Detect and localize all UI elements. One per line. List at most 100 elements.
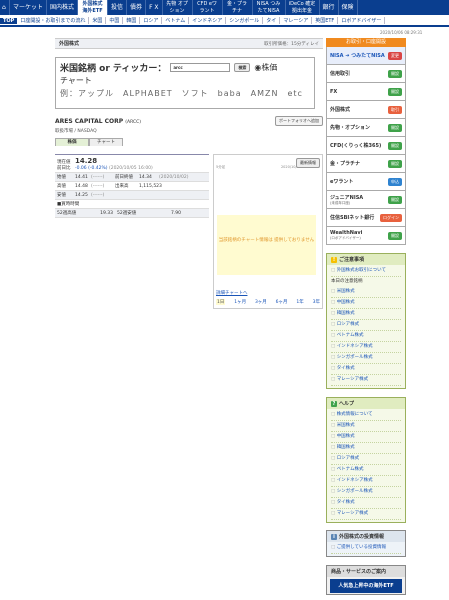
help-link[interactable]: シンガポール株式 (331, 487, 401, 498)
chart-panel: 5分足2020/10/05 16:00 EST 最新情報 当該銘柄のチャート情報… (213, 154, 323, 309)
nav-gold[interactable]: 金・プラチナ (223, 0, 253, 15)
subnav-malaysia[interactable]: マレーシア (280, 17, 313, 24)
nav-fx[interactable]: F X (146, 0, 163, 15)
sidebar-badge[interactable]: 開設 (388, 69, 402, 78)
notice-link[interactable]: 中国株式 (331, 298, 401, 309)
current-price: 14.28 (75, 156, 98, 165)
help-icon: ? (331, 400, 337, 407)
nav-cfd[interactable]: CFD eワラント (193, 0, 223, 15)
sidebar-badge[interactable]: 開設 (388, 123, 402, 132)
add-portfolio-button[interactable]: ポートフォリオへ追加 (275, 116, 323, 126)
subnav-thailand[interactable]: タイ (263, 17, 281, 24)
sidebar-item[interactable]: 住信SBIネット銀行 ログイン (326, 209, 406, 227)
company-name: ARES CAPITAL CORP (ARCC) (55, 117, 142, 125)
notice-first-link[interactable]: 外国株式お取引について (331, 266, 401, 277)
range-1d[interactable]: 1日 (216, 299, 226, 305)
global-nav: ⌂ マーケット 国内株式 外国株式 海外ETF 投信 債券 F X 先物 オプシ… (0, 0, 449, 15)
range-3y[interactable]: 3年 (313, 299, 320, 305)
sidebar-item[interactable]: FX 開設 (326, 83, 406, 101)
tab-price[interactable]: 株価 (55, 138, 89, 146)
sidebar-badge[interactable]: 開設 (388, 87, 402, 96)
sidebar-badge[interactable]: 変更 (388, 51, 402, 60)
main-content: 外国株式 取引所価格：15分ディレイ 米国銘柄 or ティッカー： arcc 検… (55, 38, 323, 309)
sidebar-header: お取引・口座開設 (326, 38, 406, 47)
subnav-china[interactable]: 中国 (106, 17, 124, 24)
market-label: 取扱市場 / NASDAQ (55, 129, 97, 134)
sidebar-badge[interactable]: ログイン (380, 213, 402, 222)
sidebar-badge[interactable]: 開設 (388, 141, 402, 150)
subnav-indonesia[interactable]: インドネシア (189, 17, 227, 24)
notice-link[interactable]: 韓国株式 (331, 309, 401, 320)
help-link[interactable]: 中国株式 (331, 432, 401, 443)
radio-stock[interactable]: ◉株価 (254, 62, 277, 73)
nav-bond[interactable]: 債券 (127, 0, 147, 15)
nav-nisa[interactable]: NISA つみたてNISA (253, 0, 286, 15)
products-box: 商品・サービスのご案内 人気急上昇中の海外ETF (326, 565, 406, 595)
nav-market[interactable]: マーケット (10, 0, 48, 15)
sidebar-badge[interactable]: 開設 (388, 159, 402, 168)
help-link[interactable]: マレーシア株式 (331, 509, 401, 520)
nav-domestic-stock[interactable]: 国内株式 (47, 0, 79, 15)
low-52w: 7.90 (170, 210, 181, 216)
help-link[interactable]: 株式情報について (331, 410, 401, 421)
notice-link[interactable]: 米国株式 (331, 287, 401, 298)
sidebar-item[interactable]: eワラント 申込 (326, 173, 406, 191)
notice-link[interactable]: マレーシア株式 (331, 375, 401, 386)
sidebar-badge[interactable]: 取引 (388, 105, 402, 114)
sidebar-item[interactable]: 金・プラチナ 開設 (326, 155, 406, 173)
sidebar-item[interactable]: 先物・オプション 開設 (326, 119, 406, 137)
subnav-us[interactable]: 米国 (89, 17, 107, 24)
no-chart-notice: 当該銘柄のチャート情報は 提供しておりません (217, 215, 316, 275)
section-header: 外国株式 取引所価格：15分ディレイ (55, 38, 323, 49)
help-link[interactable]: 米国株式 (331, 421, 401, 432)
quote-panel: 現在値 14.28 前日比 -0.06 (-0.42%) (2020/10/05… (55, 154, 209, 218)
subnav-korea[interactable]: 韓国 (123, 17, 141, 24)
help-link[interactable]: ベトナム株式 (331, 465, 401, 476)
notice-link[interactable]: インドネシア株式 (331, 342, 401, 353)
home-icon[interactable]: ⌂ (0, 0, 10, 15)
sidebar-item[interactable]: NISA ➜ つみたてNISA 変更 (326, 47, 406, 65)
search-input[interactable]: arcc (170, 63, 231, 72)
notice-link[interactable]: ロシア株式 (331, 320, 401, 331)
notice-link[interactable]: タイ株式 (331, 364, 401, 375)
sidebar-item[interactable]: 信用取引 開設 (326, 65, 406, 83)
sidebar-badge[interactable]: 開設 (388, 231, 402, 240)
subnav-russia[interactable]: ロシア (140, 17, 163, 24)
nav-foreign-stock[interactable]: 外国株式 海外ETF (78, 0, 109, 15)
sidebar-item[interactable]: CFD(くりっく株365) 開設 (326, 137, 406, 155)
range-1y[interactable]: 1年 (296, 299, 303, 305)
subnav-top[interactable]: TOP (0, 17, 18, 24)
nav-ideco[interactable]: iDeCo 確定拠出年金 (286, 0, 320, 15)
range-6m[interactable]: 6ヶ月 (276, 299, 288, 305)
radio-chart[interactable]: チャート (60, 75, 310, 86)
help-link[interactable]: 韓国株式 (331, 443, 401, 454)
sidebar-badge[interactable]: 申込 (388, 177, 402, 186)
sidebar-item[interactable]: ジュニアNISA (未成年口座) 開設 (326, 191, 406, 209)
search-button[interactable]: 検索 (234, 63, 251, 72)
notice-link[interactable]: シンガポール株式 (331, 353, 401, 364)
nav-bank[interactable]: 銀行 (320, 0, 339, 15)
range-3m[interactable]: 3ヶ月 (255, 299, 267, 305)
subnav-uk-etf[interactable]: 英国ETF (312, 17, 339, 24)
subnav-vietnam[interactable]: ベトナム (162, 17, 190, 24)
notice-link[interactable]: ベトナム株式 (331, 331, 401, 342)
help-link[interactable]: タイ株式 (331, 498, 401, 509)
range-1m[interactable]: 1ヶ月 (234, 299, 246, 305)
detail-chart-link[interactable]: 詳細チャートへ (216, 290, 247, 296)
nav-insurance[interactable]: 保険 (339, 0, 358, 15)
high-price: 14.48 (75, 183, 88, 189)
subnav-flow[interactable]: 口座開設・お取引までの流れ (17, 17, 90, 24)
invest-link[interactable]: ご提供している投資情報 (331, 543, 401, 554)
subnav-robo[interactable]: ロボアドバイザー (338, 17, 386, 24)
refresh-button[interactable]: 最新情報 (296, 158, 320, 168)
help-link[interactable]: ロシア株式 (331, 454, 401, 465)
subnav-singapore[interactable]: シンガポール (226, 17, 264, 24)
sidebar-item[interactable]: WealthNavi (ロボアドバイザー) 開設 (326, 227, 406, 245)
nav-fund[interactable]: 投信 (108, 0, 128, 15)
sidebar-item[interactable]: 外国株式 取引 (326, 101, 406, 119)
nav-futures[interactable]: 先物 オプション (163, 0, 193, 15)
etf-banner[interactable]: 人気急上昇中の海外ETF (330, 579, 402, 593)
tab-chart[interactable]: チャート (89, 138, 123, 146)
sidebar-badge[interactable]: 開設 (388, 195, 402, 204)
help-link[interactable]: インドネシア株式 (331, 476, 401, 487)
